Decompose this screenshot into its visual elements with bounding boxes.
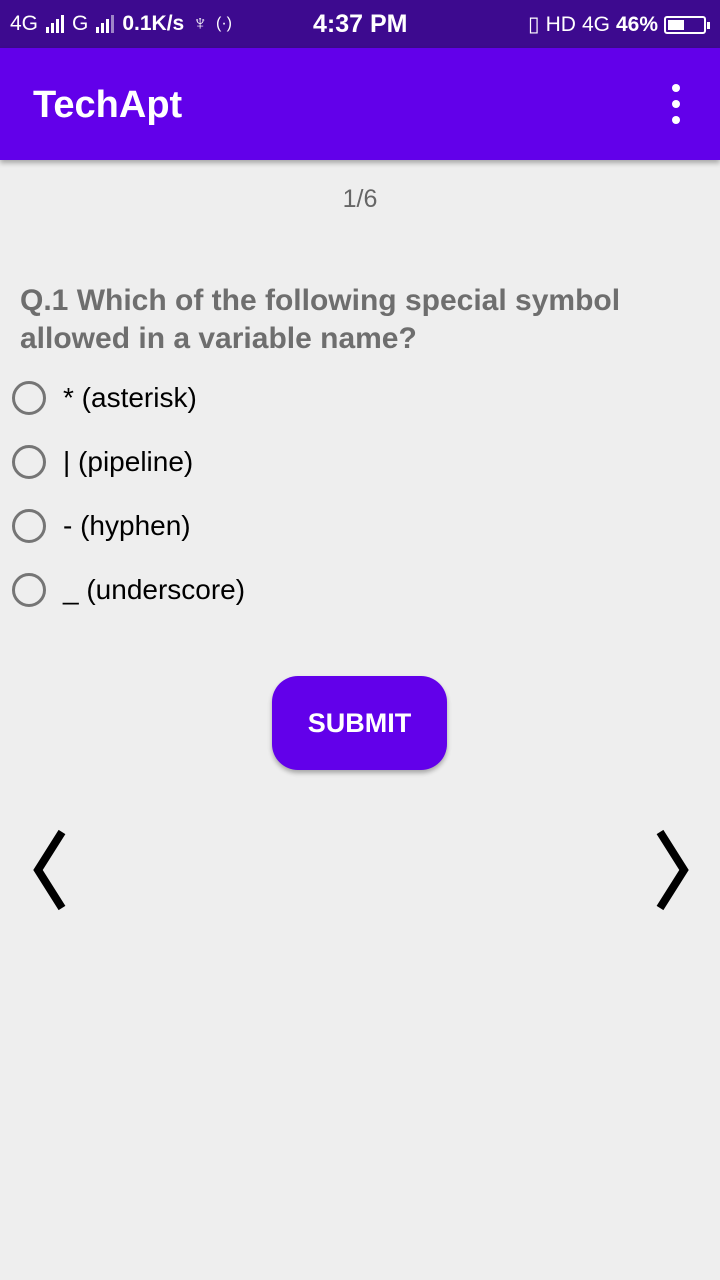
status-left: 4G G 0.1K/s ♆ (·) (10, 12, 232, 36)
signal-icon-2 (96, 15, 115, 33)
status-time: 4:37 PM (313, 10, 408, 38)
chevron-right-icon[interactable] (652, 828, 692, 912)
radio-button[interactable] (12, 509, 46, 543)
option-1[interactable]: * (asterisk) (12, 366, 245, 430)
app-title: TechApt (33, 84, 183, 126)
app-bar: TechApt (0, 48, 720, 160)
vibrate-icon: ▯ (528, 13, 540, 36)
status-bar: 4G G 0.1K/s ♆ (·) 4:37 PM ▯ HD 4G 46% (0, 0, 720, 48)
radio-button[interactable] (12, 573, 46, 607)
signal-icon (46, 15, 65, 33)
question-counter: 1/6 (342, 185, 378, 213)
battery-icon (664, 15, 710, 34)
radio-button[interactable] (12, 381, 46, 415)
option-label: | (pipeline) (63, 446, 194, 477)
option-label: * (asterisk) (63, 382, 197, 413)
submit-button[interactable]: SUBMIT (272, 676, 447, 770)
usb-icon: ♆ (192, 12, 208, 35)
chevron-left-icon[interactable] (30, 828, 70, 912)
radio-button[interactable] (12, 445, 46, 479)
status-right: ▯ HD 4G 46% (528, 12, 710, 37)
network-type-label-2: G (72, 12, 89, 35)
option-label: - (hyphen) (63, 510, 191, 541)
options-group: * (asterisk) | (pipeline) - (hyphen) _ (… (12, 366, 245, 622)
more-vert-icon[interactable] (660, 84, 692, 124)
hotspot-icon: (·) (215, 15, 232, 32)
network-type-label: 4G (10, 12, 39, 35)
option-4[interactable]: _ (underscore) (12, 558, 245, 622)
question-text: Q.1 Which of the following special symbo… (20, 284, 621, 355)
battery-percent: 46% (615, 12, 658, 36)
option-3[interactable]: - (hyphen) (12, 494, 245, 558)
network-speed: 0.1K/s (122, 12, 185, 35)
network-4g-label: 4G (581, 12, 610, 36)
option-2[interactable]: | (pipeline) (12, 430, 245, 494)
option-label: _ (underscore) (63, 574, 246, 605)
hd-label: HD (545, 12, 576, 36)
